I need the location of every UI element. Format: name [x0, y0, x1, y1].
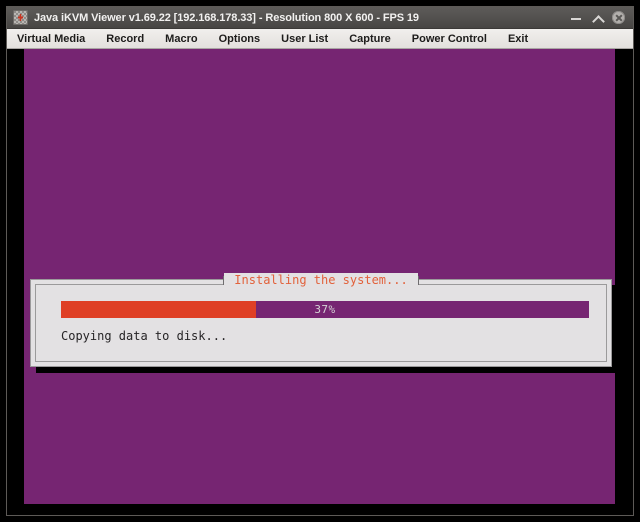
kvm-viewport[interactable]: Installing the system... 37% Copying dat…	[7, 49, 633, 515]
close-icon[interactable]	[612, 11, 625, 24]
installer-dialog: Installing the system... 37% Copying dat…	[30, 273, 612, 367]
minimize-icon[interactable]	[570, 11, 583, 24]
menu-item-virtual-media[interactable]: Virtual Media	[17, 33, 96, 45]
application-window: Java iKVM Viewer v1.69.22 [192.168.178.3…	[6, 6, 634, 516]
menu-item-user-list[interactable]: User List	[281, 33, 339, 45]
dialog-title-bar: Installing the system...	[36, 273, 606, 287]
menu-item-record[interactable]: Record	[106, 33, 155, 45]
menu-item-power-control[interactable]: Power Control	[412, 33, 498, 45]
menu-item-options[interactable]: Options	[219, 33, 272, 45]
dialog-title: Installing the system...	[224, 273, 418, 287]
progress-percent-label: 37%	[314, 303, 336, 316]
title-bar[interactable]: Java iKVM Viewer v1.69.22 [192.168.178.3…	[7, 7, 633, 29]
maximize-icon[interactable]	[591, 11, 604, 24]
title-tick-right	[417, 275, 419, 285]
menu-item-exit[interactable]: Exit	[508, 33, 539, 45]
window-controls	[570, 11, 629, 24]
installer-dialog-body: Installing the system... 37% Copying dat…	[35, 273, 607, 362]
menu-bar: Virtual Media Record Macro Options User …	[7, 29, 633, 49]
menu-item-macro[interactable]: Macro	[165, 33, 208, 45]
remote-screen[interactable]: Installing the system... 37% Copying dat…	[24, 49, 615, 504]
menu-item-capture[interactable]: Capture	[349, 33, 402, 45]
kvm-app-icon	[13, 10, 28, 25]
installer-status-text: Copying data to disk...	[61, 329, 228, 343]
window-title: Java iKVM Viewer v1.69.22 [192.168.178.3…	[34, 11, 419, 24]
progress-bar: 37%	[61, 301, 589, 318]
